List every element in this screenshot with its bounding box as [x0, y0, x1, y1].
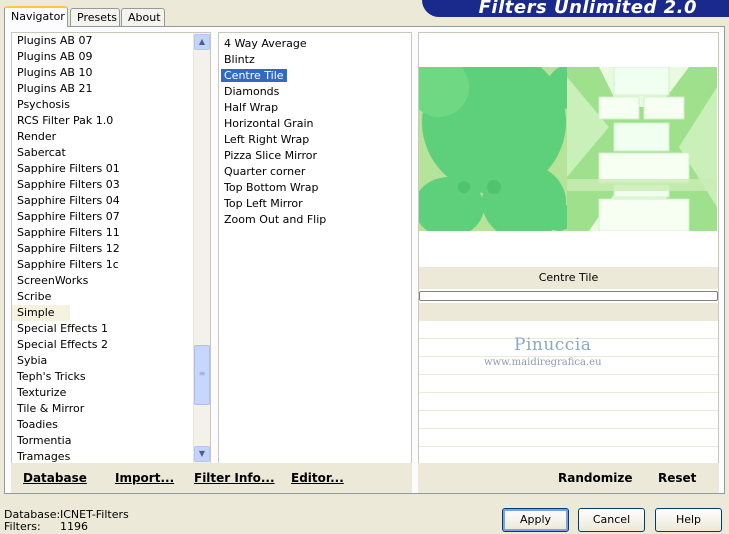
category-item[interactable]: Sapphire Filters 01 [12, 161, 210, 177]
category-item[interactable]: Special Effects 2 [12, 337, 210, 353]
right-button-bar: Randomize Reset [418, 463, 719, 493]
filter-item[interactable]: Top Bottom Wrap [219, 180, 411, 196]
category-item[interactable]: Sapphire Filters 12 [12, 241, 210, 257]
category-item[interactable]: Psychosis [12, 97, 210, 113]
filter-info-button[interactable]: Filter Info... [194, 471, 275, 485]
parameter-slot [419, 375, 718, 393]
left-button-bar: Database Import... Filter Info... Editor… [11, 463, 412, 493]
category-item[interactable]: Sybia [12, 353, 210, 369]
import-button[interactable]: Import... [115, 471, 174, 485]
category-item[interactable]: Sabercat [12, 145, 210, 161]
reset-button[interactable]: Reset [658, 471, 696, 485]
category-item[interactable]: Simple [12, 305, 70, 321]
filter-item[interactable]: Diamonds [219, 84, 411, 100]
scroll-up-button[interactable]: ▲ [194, 34, 210, 50]
navigator-panel: Plugins AB 07 Plugins AB 09 Plugins AB 10 P… [4, 26, 725, 494]
filter-item-label: Top Bottom Wrap [224, 181, 319, 194]
parameter-slot [419, 411, 718, 429]
preview-panel: Centre Tile Pinuccia www.maidiregrafica.… [418, 32, 719, 465]
filter-item-label: Top Left Mirror [224, 197, 303, 210]
parameter-slot [419, 303, 718, 321]
filter-item[interactable]: 4 Way Average [219, 36, 411, 52]
filter-item[interactable]: Horizontal Grain [219, 116, 411, 132]
filter-item-label: Half Wrap [224, 101, 279, 114]
filter-item-label: Diamonds [224, 85, 280, 98]
filter-item[interactable]: Zoom Out and Flip [219, 212, 411, 228]
import-label: Import... [115, 471, 175, 485]
category-item[interactable]: Sapphire Filters 1c [12, 257, 210, 273]
category-item[interactable]: Special Effects 1 [12, 321, 210, 337]
parameter-slot [419, 393, 718, 411]
filter-list[interactable]: 4 Way Average Blintz Centre Tile Diamonds Ha… [218, 32, 412, 464]
category-item[interactable]: Sapphire Filters 04 [12, 193, 210, 209]
category-item[interactable]: Render [12, 129, 210, 145]
progress-bar [419, 291, 718, 301]
parameter-slots [419, 303, 718, 465]
filter-item-label: Pizza Slice Mirror [224, 149, 318, 162]
help-button[interactable]: Help [655, 508, 722, 532]
banner-title: Filters Unlimited 2.0 [478, 0, 697, 17]
tab-about[interactable]: About [121, 8, 165, 26]
filter-item[interactable]: Blintz [219, 52, 411, 68]
category-item[interactable]: Texturize [12, 385, 210, 401]
title-banner: Filters Unlimited 2.0 [422, 0, 729, 17]
filter-info-label: Filter Info... [194, 471, 275, 485]
filter-items: 4 Way Average Blintz Centre Tile Diamonds Ha… [219, 36, 411, 228]
category-items: Plugins AB 07 Plugins AB 09 Plugins AB 10 P… [12, 33, 210, 463]
filters-status-value: 1196 [60, 520, 88, 533]
category-item[interactable]: ScreenWorks [12, 273, 210, 289]
category-item[interactable]: Scribe [12, 289, 210, 305]
cancel-button[interactable]: Cancel [578, 508, 645, 532]
category-item[interactable]: Plugins AB 10 [12, 65, 210, 81]
category-item[interactable]: Plugins AB 07 [12, 33, 210, 49]
randomize-button[interactable]: Randomize [558, 471, 632, 485]
category-scrollbar[interactable]: ▲ ≡ ▼ [193, 33, 210, 463]
scroll-down-button[interactable]: ▼ [194, 446, 210, 462]
status-filters: Filters: 1196 [4, 520, 88, 533]
watermark-url: www.maidiregrafica.eu [484, 357, 602, 368]
filter-item-label: Left Right Wrap [224, 133, 310, 146]
filter-item[interactable]: Centre Tile [219, 68, 411, 84]
category-list[interactable]: Plugins AB 07 Plugins AB 09 Plugins AB 10 P… [11, 32, 211, 464]
filter-item-label: 4 Way Average [224, 37, 307, 50]
filter-title-label: Centre Tile [419, 267, 718, 289]
scroll-thumb[interactable]: ≡ [194, 345, 210, 405]
filter-item-label: Quarter corner [224, 165, 306, 178]
filter-item-label: Centre Tile [221, 69, 287, 82]
category-item[interactable]: Toadies [12, 417, 210, 433]
database-label: Database [23, 471, 87, 485]
category-item[interactable]: Plugins AB 21 [12, 81, 210, 97]
category-item[interactable]: Tormentia [12, 433, 210, 449]
category-item[interactable]: Plugins AB 09 [12, 49, 210, 65]
filter-item[interactable]: Top Left Mirror [219, 196, 411, 212]
tab-presets[interactable]: Presets [70, 8, 120, 26]
category-item[interactable]: Teph's Tricks [12, 369, 210, 385]
tab-navigator[interactable]: Navigator [4, 6, 68, 27]
category-item[interactable]: Tile & Mirror [12, 401, 210, 417]
filter-preview-image [419, 67, 717, 231]
filter-item[interactable]: Quarter corner [219, 164, 411, 180]
filter-item[interactable]: Pizza Slice Mirror [219, 148, 411, 164]
apply-button[interactable]: Apply [502, 508, 569, 532]
filter-item-label: Horizontal Grain [224, 117, 314, 130]
category-item[interactable]: Sapphire Filters 07 [12, 209, 210, 225]
category-item[interactable]: Sapphire Filters 03 [12, 177, 210, 193]
category-item[interactable]: Tramages [12, 449, 210, 463]
watermark-name: Pinuccia [514, 335, 592, 355]
filter-item-label: Zoom Out and Flip [224, 213, 327, 226]
editor-button[interactable]: Editor... [291, 471, 344, 485]
category-item[interactable]: RCS Filter Pak 1.0 [12, 113, 210, 129]
filter-item[interactable]: Left Right Wrap [219, 132, 411, 148]
filter-item-label: Blintz [224, 53, 255, 66]
filters-status-label: Filters: [4, 520, 41, 533]
editor-label: Editor... [291, 471, 344, 485]
filter-item[interactable]: Half Wrap [219, 100, 411, 116]
category-item[interactable]: Sapphire Filters 11 [12, 225, 210, 241]
parameter-slot [419, 429, 718, 447]
database-button[interactable]: Database [23, 471, 87, 485]
